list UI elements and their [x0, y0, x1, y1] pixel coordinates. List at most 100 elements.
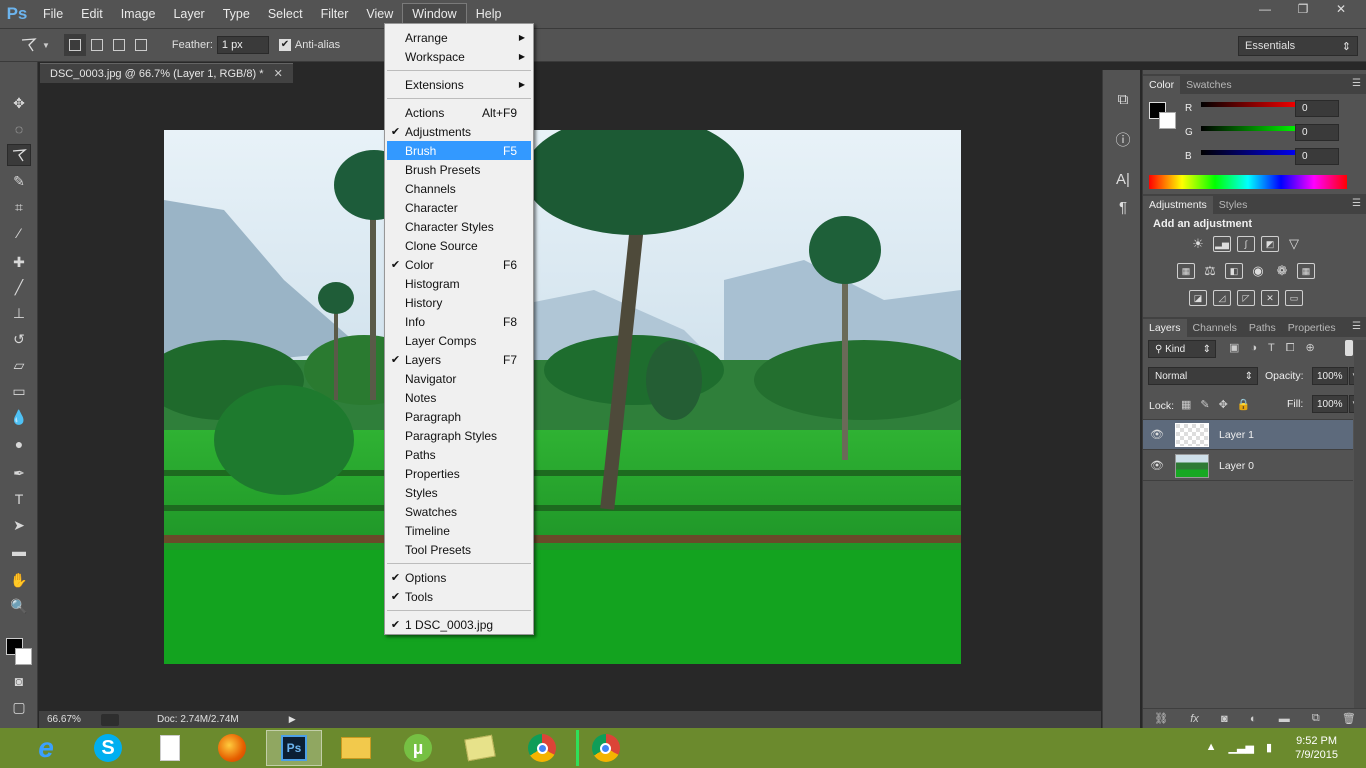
brightness-icon[interactable]: ☀: [1189, 236, 1207, 252]
zoom-tool-icon[interactable]: 🔍: [7, 595, 31, 617]
feather-input[interactable]: [216, 36, 269, 54]
antialias-checkbox[interactable]: ✔: [278, 39, 291, 51]
color-balance-icon[interactable]: ⚖: [1201, 263, 1219, 279]
menu-item-tools[interactable]: ✔ Tools: [387, 587, 531, 606]
background-color-swatch[interactable]: [15, 648, 32, 665]
panel-scrollbar[interactable]: [1354, 340, 1366, 708]
red-slider[interactable]: [1201, 102, 1301, 107]
tab-channels[interactable]: Channels: [1187, 319, 1243, 337]
firefox-icon[interactable]: [204, 730, 260, 766]
photo-filter-icon[interactable]: ◉: [1249, 263, 1267, 279]
menu-item-layer-comps[interactable]: Layer Comps: [387, 331, 531, 350]
subtract-selection-icon[interactable]: [108, 34, 130, 56]
lasso-tool-icon[interactable]: [7, 144, 31, 166]
black-white-icon[interactable]: ◧: [1225, 263, 1243, 279]
menu-item-properties[interactable]: Properties: [387, 464, 531, 483]
chrome-icon[interactable]: [576, 730, 632, 766]
folder-icon[interactable]: ▬: [1279, 713, 1290, 725]
eye-icon[interactable]: 👁: [1143, 459, 1171, 472]
tab-styles[interactable]: Styles: [1213, 196, 1254, 214]
menu-file[interactable]: File: [34, 0, 72, 28]
path-selection-icon[interactable]: ➤: [7, 514, 31, 536]
threshold-icon[interactable]: ◸: [1237, 290, 1255, 306]
document-tab[interactable]: DSC_0003.jpg @ 66.7% (Layer 1, RGB/8) * …: [40, 63, 293, 83]
gradient-map-icon[interactable]: ▭: [1285, 290, 1303, 306]
tab-swatches[interactable]: Swatches: [1180, 76, 1238, 94]
notepad-icon[interactable]: [142, 730, 198, 766]
curves-icon[interactable]: ∫: [1237, 236, 1255, 252]
status-arrow-icon[interactable]: ▶: [289, 714, 296, 725]
menu-item-navigator[interactable]: Navigator: [387, 369, 531, 388]
internet-explorer-icon[interactable]: e: [18, 730, 74, 766]
menu-item-history[interactable]: History: [387, 293, 531, 312]
tab-adjustments[interactable]: Adjustments: [1143, 196, 1213, 214]
menu-item-brush[interactable]: Brush F5: [387, 141, 531, 160]
filter-toggle[interactable]: [1345, 340, 1353, 356]
close-tab-icon[interactable]: ✕: [274, 67, 283, 80]
close-button[interactable]: ✕: [1322, 0, 1360, 18]
menu-item-timeline[interactable]: Timeline: [387, 521, 531, 540]
menu-item-clone-source[interactable]: Clone Source: [387, 236, 531, 255]
move-tool-icon[interactable]: ✥: [7, 92, 31, 114]
menu-item-character[interactable]: Character: [387, 198, 531, 217]
menu-item-workspace[interactable]: Workspace ▶: [387, 47, 531, 66]
panel-menu-icon[interactable]: ☰: [1352, 78, 1361, 89]
blue-slider[interactable]: [1201, 150, 1301, 155]
exposure-icon[interactable]: ◩: [1261, 236, 1279, 252]
add-selection-icon[interactable]: [86, 34, 108, 56]
layer-row-layer-1[interactable]: 👁 Layer 1: [1143, 420, 1353, 450]
new-layer-icon[interactable]: ⧉: [1312, 712, 1320, 725]
dodge-tool-icon[interactable]: ●: [7, 433, 31, 455]
menu-layer[interactable]: Layer: [164, 0, 213, 28]
blur-tool-icon[interactable]: 💧: [7, 406, 31, 428]
clone-stamp-icon[interactable]: ⊥: [7, 302, 31, 324]
clock[interactable]: 9:52 PM 7/9/2015: [1295, 734, 1338, 762]
menu-item-actions[interactable]: Actions Alt+F9: [387, 103, 531, 122]
eye-icon[interactable]: 👁: [1143, 428, 1171, 441]
quick-selection-icon[interactable]: ✎: [7, 170, 31, 192]
workspace-select[interactable]: Essentials ⇕: [1238, 36, 1358, 56]
menu-item-swatches[interactable]: Swatches: [387, 502, 531, 521]
doc-size[interactable]: Doc: 2.74M/2.74M: [157, 714, 239, 725]
posterize-icon[interactable]: ◿: [1213, 290, 1231, 306]
menu-item-styles[interactable]: Styles: [387, 483, 531, 502]
layer-row-layer-0[interactable]: 👁 Layer 0: [1143, 451, 1353, 481]
character-panel-icon[interactable]: A|: [1112, 168, 1134, 190]
tab-layers[interactable]: Layers: [1143, 319, 1187, 337]
selective-color-icon[interactable]: ✕: [1261, 290, 1279, 306]
menu-type[interactable]: Type: [214, 0, 259, 28]
menu-item-layers[interactable]: ✔ Layers F7: [387, 350, 531, 369]
red-value[interactable]: 0: [1295, 100, 1339, 117]
tab-color[interactable]: Color: [1143, 76, 1181, 94]
type-tool-icon[interactable]: T: [7, 488, 31, 510]
photoshop-taskbar-icon[interactable]: Ps: [266, 730, 322, 766]
utorrent-icon[interactable]: µ: [390, 730, 446, 766]
crop-tool-icon[interactable]: ⌗: [7, 196, 31, 218]
vibrance-icon[interactable]: ▽: [1285, 236, 1303, 252]
signal-icon[interactable]: ▁▃▅: [1229, 741, 1254, 754]
green-value[interactable]: 0: [1295, 124, 1339, 141]
layer-filter-select[interactable]: ⚲ Kind ⇕: [1148, 340, 1216, 358]
adjustment-icon[interactable]: ◐: [1250, 713, 1257, 725]
green-slider[interactable]: [1201, 126, 1301, 131]
polygonal-lasso-icon[interactable]: [18, 34, 40, 56]
menu-item-character-styles[interactable]: Character Styles: [387, 217, 531, 236]
link-icon[interactable]: ⛓: [1154, 712, 1168, 725]
history-brush-icon[interactable]: ↺: [7, 328, 31, 350]
tab-paths[interactable]: Paths: [1243, 319, 1282, 337]
menu-window[interactable]: Window: [402, 3, 467, 25]
menu-item-adjustments[interactable]: ✔ Adjustments: [387, 122, 531, 141]
channel-mixer-icon[interactable]: ❁: [1273, 263, 1291, 279]
blue-value[interactable]: 0: [1295, 148, 1339, 165]
fill-input[interactable]: 100%: [1312, 395, 1348, 413]
lock-icons[interactable]: ▦✎✥🔒: [1181, 398, 1260, 411]
menu-image[interactable]: Image: [112, 0, 165, 28]
menu-item-histogram[interactable]: Histogram: [387, 274, 531, 293]
color-spectrum[interactable]: [1149, 175, 1347, 189]
fx-icon[interactable]: fx: [1190, 713, 1199, 725]
file-explorer-icon[interactable]: [328, 730, 384, 766]
menu-item-channels[interactable]: Channels: [387, 179, 531, 198]
menu-item-paragraph[interactable]: Paragraph: [387, 407, 531, 426]
menu-item-info[interactable]: Info F8: [387, 312, 531, 331]
panel-menu-icon[interactable]: ☰: [1352, 198, 1361, 209]
